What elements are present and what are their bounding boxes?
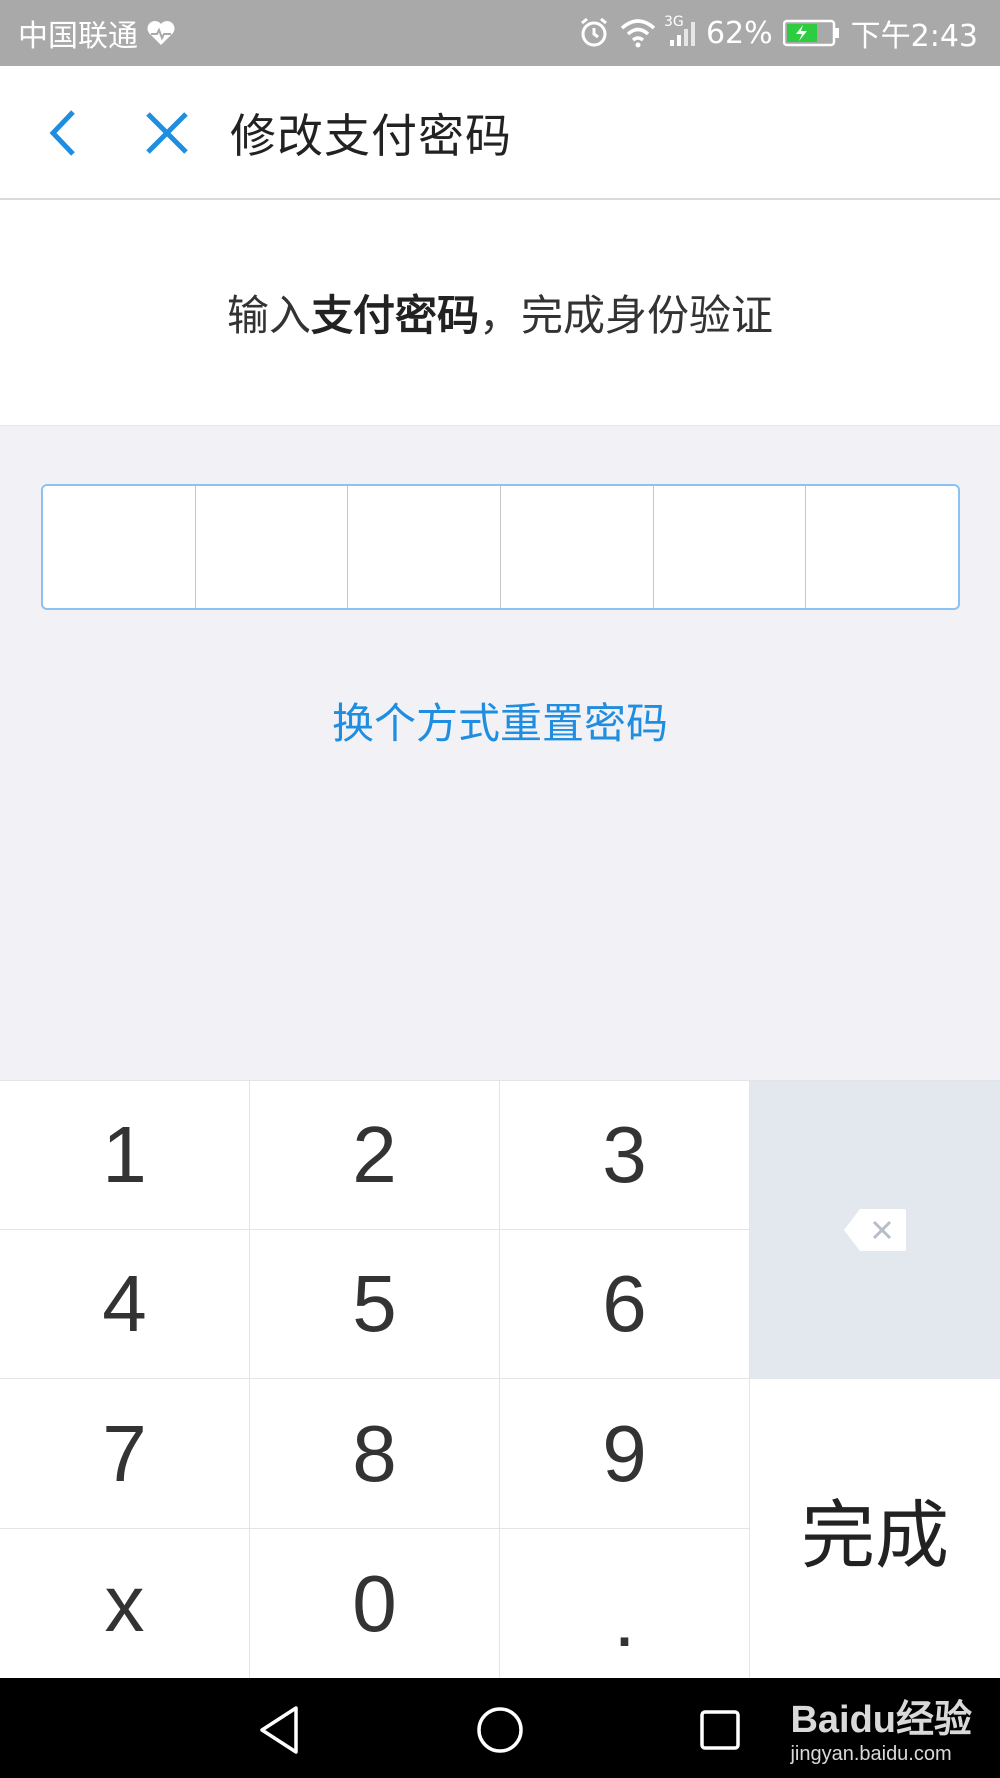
key-0[interactable]: 0	[250, 1529, 500, 1679]
instruction-suffix: ，完成身份验证	[479, 291, 774, 340]
network-type: 3G	[663, 14, 684, 30]
battery-icon	[782, 19, 841, 47]
pin-digit-1[interactable]	[43, 486, 196, 608]
instruction-section: 输入 支付密码 ，完成身份验证	[0, 200, 1000, 426]
key-1[interactable]: 1	[0, 1081, 250, 1230]
key-4[interactable]: 4	[0, 1230, 250, 1379]
pin-digit-3[interactable]	[348, 486, 502, 608]
system-nav-bar: Baidu经验 jingyan.baidu.com	[0, 1678, 1000, 1778]
pin-digit-4[interactable]	[501, 486, 654, 608]
carrier-name: 中国联通	[18, 19, 138, 54]
pin-digit-6[interactable]	[806, 486, 958, 608]
nav-home-icon	[477, 1707, 523, 1753]
status-bar: 中国联通 3G 62% 下午2:43	[0, 0, 1000, 66]
delete-key[interactable]	[750, 1081, 1000, 1379]
key-9[interactable]: 9	[500, 1379, 750, 1529]
close-icon	[146, 112, 188, 154]
battery-percent: 62%	[705, 15, 773, 51]
nav-home-button[interactable]	[470, 1700, 530, 1760]
clock: 下午2:43	[850, 19, 978, 54]
heartbeat-icon	[146, 19, 176, 47]
backspace-icon	[844, 1209, 906, 1251]
pin-input[interactable]	[41, 484, 960, 610]
key-2[interactable]: 2	[250, 1081, 500, 1230]
pin-digit-5[interactable]	[654, 486, 807, 608]
back-button[interactable]	[38, 104, 88, 162]
done-key[interactable]: 完成	[750, 1379, 1000, 1679]
status-right: 3G 62% 下午2:43	[578, 11, 978, 55]
key-6[interactable]: 6	[500, 1230, 750, 1379]
close-button[interactable]	[140, 106, 194, 160]
instruction-bold: 支付密码	[310, 291, 479, 340]
nav-recent-button[interactable]	[690, 1700, 750, 1760]
key-7[interactable]: 7	[0, 1379, 250, 1529]
key-8[interactable]: 8	[250, 1379, 500, 1529]
chevron-left-icon	[49, 110, 75, 156]
pin-digit-2[interactable]	[196, 486, 349, 608]
key-x[interactable]: x	[0, 1529, 250, 1679]
wifi-icon	[620, 18, 656, 48]
screen: 中国联通 3G 62% 下午2:43 修改支付密码 输入 支付密码 ，完成身份验…	[0, 0, 1000, 1778]
key-5[interactable]: 5	[250, 1230, 500, 1379]
key-3[interactable]: 3	[500, 1081, 750, 1230]
baidu-watermark: Baidu经验 jingyan.baidu.com	[790, 1688, 972, 1766]
nav-recent-icon	[700, 1710, 740, 1750]
reset-password-link[interactable]: 换个方式重置密码	[0, 690, 1000, 751]
status-left: 中国联通	[18, 11, 176, 55]
key-dot[interactable]: .	[500, 1529, 750, 1679]
numeric-keypad: 1 2 3 4 5 6 7 8 9 x 0 . 完成	[0, 1080, 1000, 1679]
nav-back-button[interactable]	[250, 1700, 310, 1760]
header: 修改支付密码	[0, 66, 1000, 200]
signal-icon: 3G	[664, 14, 696, 48]
nav-back-icon	[260, 1706, 298, 1754]
instruction-prefix: 输入	[226, 291, 311, 340]
alarm-icon	[578, 17, 610, 49]
page-title: 修改支付密码	[230, 109, 512, 163]
watermark-brand: Baidu经验	[790, 1699, 972, 1741]
watermark-url: jingyan.baidu.com	[790, 1743, 952, 1765]
